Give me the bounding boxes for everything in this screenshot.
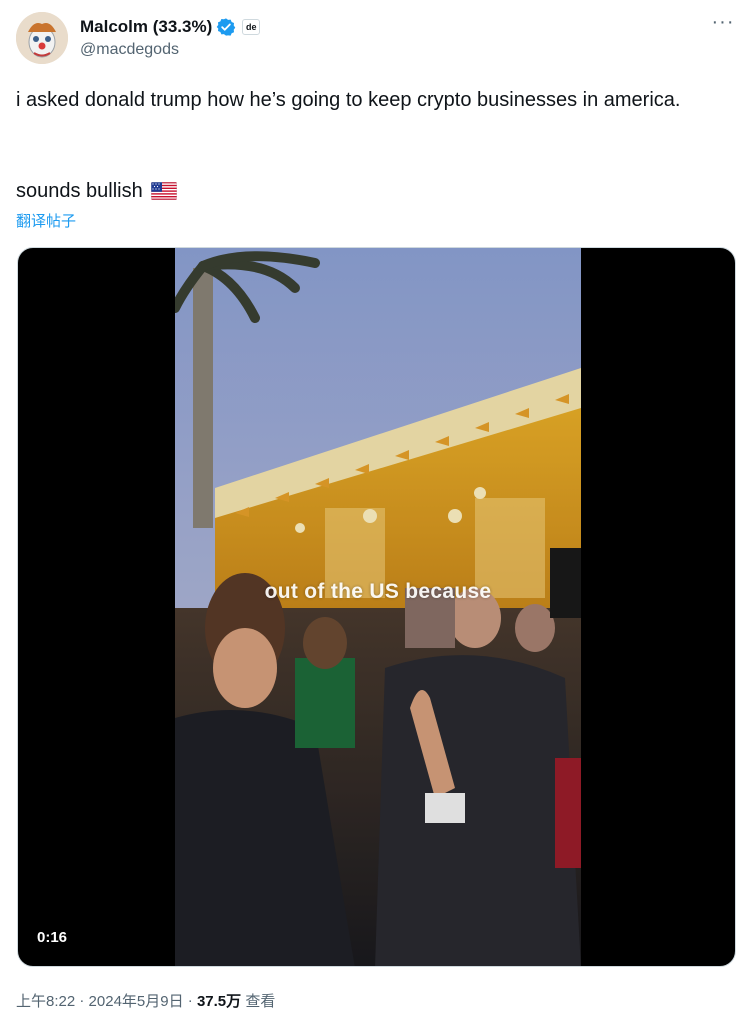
video-duration-badge: 0:16 bbox=[30, 926, 75, 949]
user-handle[interactable]: @macdegods bbox=[80, 41, 179, 59]
meta-separator: · bbox=[183, 992, 197, 1009]
tweet-header: Malcolm (33.3%) de @macdegods ··· bbox=[16, 12, 740, 68]
video-player[interactable]: out of the US because 0:16 bbox=[17, 247, 736, 967]
views-label: 查看 bbox=[241, 993, 276, 1010]
video-still-image bbox=[175, 248, 581, 966]
tweet-meta: 上午8:22 · 2024年5月9日 · 37.5万 查看 bbox=[16, 990, 275, 1011]
post-date[interactable]: 2024年5月9日 bbox=[89, 990, 184, 1011]
tweet-text: i asked donald trump how he’s going to k… bbox=[16, 89, 681, 111]
verified-badge-icon[interactable] bbox=[216, 17, 236, 37]
name-row: Malcolm (33.3%) de bbox=[80, 16, 261, 38]
avatar[interactable] bbox=[16, 12, 68, 64]
translate-post-link[interactable]: 翻译帖子 bbox=[16, 210, 76, 231]
affiliate-badge-icon[interactable]: de bbox=[242, 19, 261, 35]
display-name[interactable]: Malcolm (33.3%) bbox=[80, 17, 212, 37]
tweet-text-second: sounds bullish bbox=[16, 180, 143, 202]
us-flag-icon bbox=[150, 182, 177, 200]
video-caption: out of the US because bbox=[264, 580, 492, 603]
tweet-text-line2: sounds bullish bbox=[16, 177, 177, 205]
video-frame[interactable]: out of the US because bbox=[175, 248, 581, 966]
avatar-image bbox=[16, 12, 68, 64]
views-count: 37.5万 bbox=[196, 993, 242, 1010]
more-options-icon[interactable]: ··· bbox=[708, 12, 738, 36]
meta-separator: · bbox=[75, 992, 89, 1009]
post-time[interactable]: 上午8:22 bbox=[16, 990, 75, 1011]
